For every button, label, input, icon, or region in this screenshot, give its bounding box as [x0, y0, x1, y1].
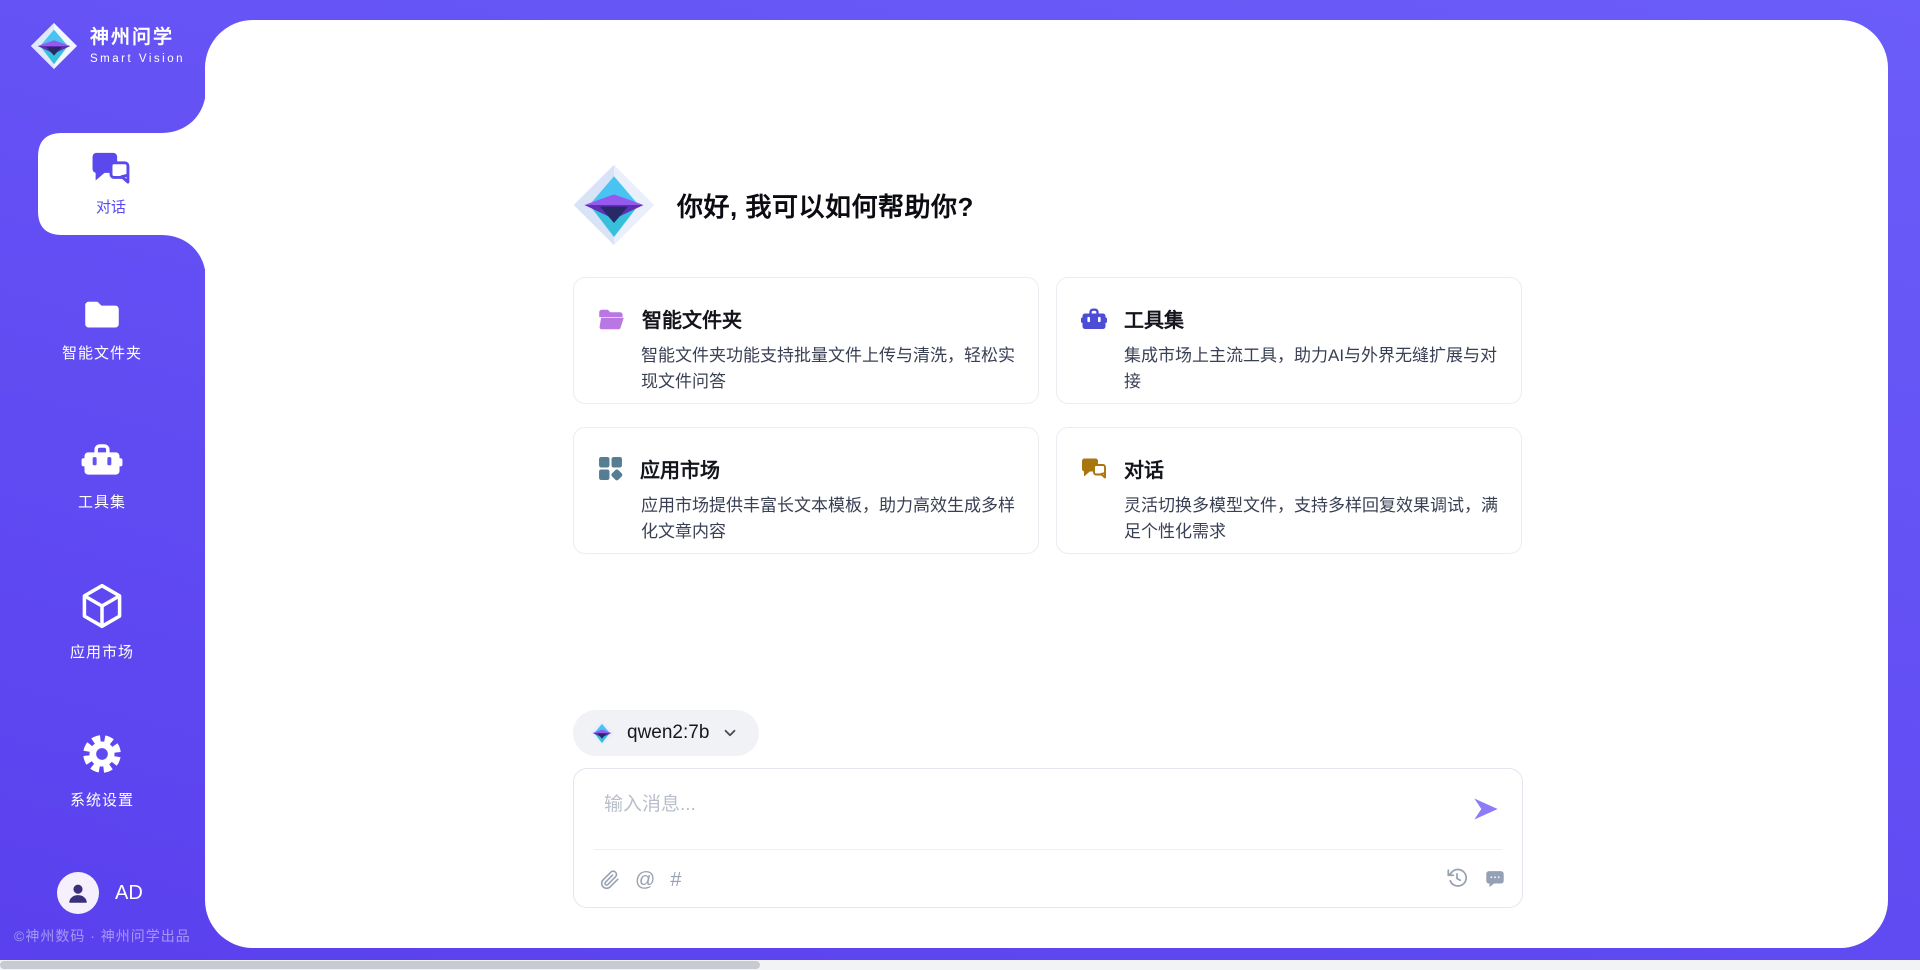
- briefcase-icon: [1081, 307, 1107, 331]
- horizontal-scrollbar: [0, 960, 1920, 970]
- card-title: 对话: [1124, 454, 1164, 483]
- horizontal-scrollbar-thumb[interactable]: [0, 961, 760, 969]
- brand-name: 神州问学: [90, 27, 185, 50]
- card-description: 应用市场提供丰富长文本模板，助力高效生成多样化文章内容: [641, 493, 1023, 545]
- sidebar-item-label: 工具集: [78, 491, 126, 512]
- avatar: [57, 872, 99, 914]
- brand-logo: 神州问学 Smart Vision: [30, 22, 185, 70]
- sidebar-item-smart-folder[interactable]: 智能文件夹: [0, 297, 204, 363]
- sidebar-item-settings[interactable]: 系统设置: [0, 731, 204, 810]
- open-folder-icon: [598, 307, 625, 331]
- model-name: qwen2:7b: [627, 722, 709, 744]
- card-smart-folder[interactable]: 智能文件夹 智能文件夹功能支持批量文件上传与清洗，轻松实现文件问答: [573, 277, 1039, 404]
- user-initials: AD: [115, 882, 143, 905]
- greeting-title: 你好, 我可以如何帮助你?: [677, 187, 974, 224]
- sidebar-item-label: 对话: [96, 196, 126, 217]
- sidebar-item-label: 系统设置: [70, 789, 134, 810]
- toolbox-icon: [81, 441, 123, 479]
- message-input[interactable]: [602, 787, 1426, 843]
- card-description: 智能文件夹功能支持批量文件上传与清洗，轻松实现文件问答: [641, 343, 1023, 395]
- sidebar-item-label: 智能文件夹: [62, 342, 142, 363]
- composer: @ #: [573, 768, 1523, 908]
- card-app-market[interactable]: 应用市场 应用市场提供丰富长文本模板，助力高效生成多样化文章内容: [573, 427, 1039, 554]
- grid-icon: [598, 456, 623, 481]
- card-title: 工具集: [1124, 304, 1184, 333]
- card-description: 集成市场上主流工具，助力AI与外界无缝扩展与对接: [1124, 343, 1506, 395]
- sidebar-item-label: 应用市场: [70, 641, 134, 662]
- main-content: 你好, 我可以如何帮助你? 智能文件夹 智能文件夹功能支持批量文件上传与清洗，轻…: [573, 20, 1523, 948]
- at-icon[interactable]: @: [635, 867, 655, 893]
- gear-icon: [79, 731, 125, 777]
- chat-icon: [1081, 457, 1107, 481]
- composer-right-tools: [1446, 867, 1506, 889]
- diamond-logo-icon: [573, 163, 655, 247]
- send-icon[interactable]: [1472, 795, 1500, 823]
- folder-icon: [83, 297, 121, 330]
- brand-subtitle: Smart Vision: [90, 53, 185, 65]
- paperclip-icon[interactable]: [600, 869, 620, 891]
- sidebar: 神州问学 Smart Vision 对话 智能文件夹: [0, 0, 205, 970]
- history-icon[interactable]: [1446, 867, 1468, 889]
- chevron-down-icon: [721, 724, 739, 742]
- message-icon[interactable]: [1484, 867, 1506, 889]
- main-panel: 你好, 我可以如何帮助你? 智能文件夹 智能文件夹功能支持批量文件上传与清洗，轻…: [205, 20, 1888, 948]
- user-profile[interactable]: AD: [57, 872, 143, 914]
- model-selector[interactable]: qwen2:7b: [573, 710, 759, 756]
- greeting: 你好, 我可以如何帮助你?: [573, 163, 974, 247]
- composer-divider: [594, 849, 1502, 850]
- sidebar-item-chat[interactable]: 对话: [36, 133, 186, 235]
- user-icon: [65, 880, 91, 906]
- feature-cards: 智能文件夹 智能文件夹功能支持批量文件上传与清洗，轻松实现文件问答: [573, 277, 1523, 554]
- card-title: 应用市场: [640, 454, 720, 483]
- cube-icon: [80, 583, 124, 629]
- brand-logo-icon: [30, 22, 78, 70]
- sidebar-item-toolset[interactable]: 工具集: [0, 441, 204, 512]
- sidebar-footer: ©神州数码 · 神州问学出品: [14, 926, 191, 946]
- hash-icon[interactable]: #: [670, 867, 681, 893]
- diamond-logo-icon: [589, 719, 615, 747]
- card-title: 智能文件夹: [642, 304, 742, 333]
- card-description: 灵活切换多模型文件，支持多样回复效果调试，满足个性化需求: [1124, 493, 1506, 545]
- app-root: 神州问学 Smart Vision 对话 智能文件夹: [0, 0, 1920, 970]
- sidebar-item-app-market[interactable]: 应用市场: [0, 583, 204, 662]
- composer-left-tools: @ #: [600, 867, 681, 893]
- card-chat[interactable]: 对话 灵活切换多模型文件，支持多样回复效果调试，满足个性化需求: [1056, 427, 1522, 554]
- chat-icon: [91, 151, 131, 187]
- card-toolset[interactable]: 工具集 集成市场上主流工具，助力AI与外界无缝扩展与对接: [1056, 277, 1522, 404]
